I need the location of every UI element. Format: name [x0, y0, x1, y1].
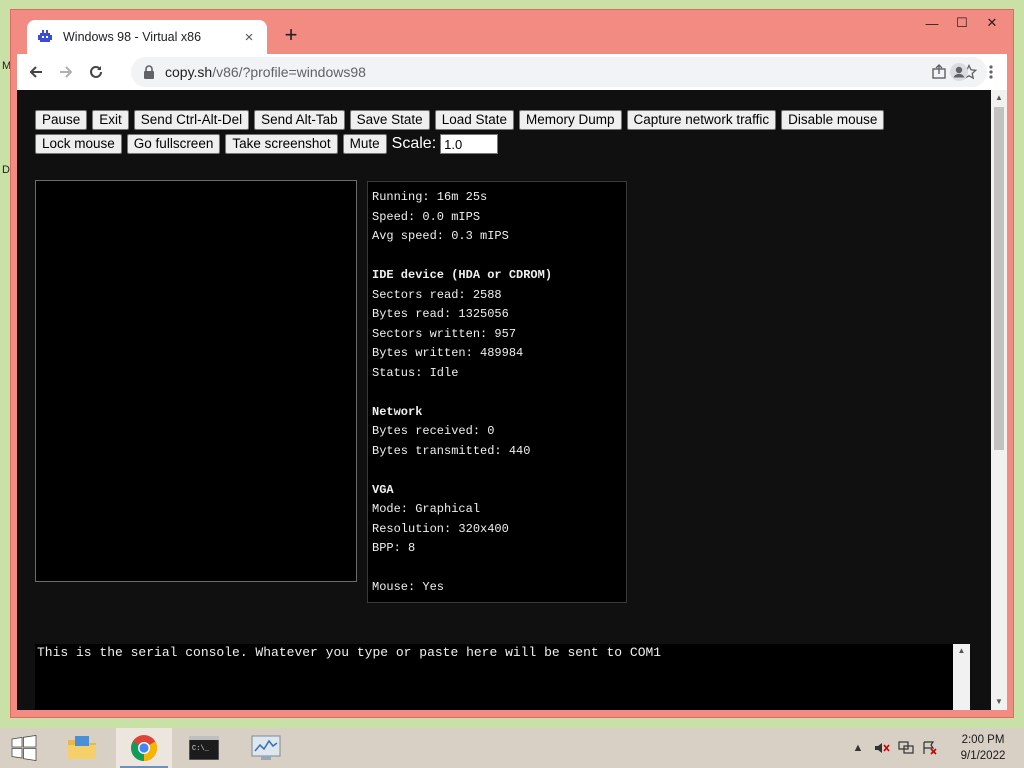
taskbar-clock[interactable]: 2:00 PM 9/1/2022: [942, 732, 1024, 764]
exit-button[interactable]: Exit: [92, 110, 129, 130]
action-center-icon[interactable]: [918, 728, 942, 768]
stat-status: Status: Idle: [372, 365, 459, 380]
close-window-button[interactable]: ✕: [977, 12, 1007, 34]
back-icon[interactable]: [21, 57, 51, 87]
stat-speed: Speed: 0.0 mIPS: [372, 209, 481, 224]
file-explorer-icon[interactable]: [58, 728, 106, 768]
new-tab-button[interactable]: +: [279, 24, 303, 48]
reload-icon[interactable]: [81, 57, 111, 87]
serial-console-scrollbar[interactable]: ▲: [953, 644, 970, 710]
performance-monitor-icon[interactable]: [242, 728, 290, 768]
menu-icon[interactable]: [975, 57, 1007, 87]
scale-label: Scale:: [391, 135, 437, 152]
controls-row-2: Lock mouse Go fullscreen Take screenshot…: [35, 134, 975, 154]
stat-mouse: Mouse: Yes: [372, 580, 445, 594]
start-icon[interactable]: [0, 728, 48, 768]
scroll-down-icon[interactable]: ▼: [991, 694, 1007, 710]
url-host: copy.sh: [165, 64, 213, 80]
system-tray: ▲ 2:00 PM 9/1/2022: [846, 728, 1024, 768]
profile-icon[interactable]: [943, 57, 975, 87]
stat-bytes-written: Bytes written: 489984: [372, 346, 524, 360]
emulator-stats-panel: Running: 16m 25s Speed: 0.0 mIPS Avg spe…: [367, 181, 627, 603]
serial-console[interactable]: This is the serial console. Whatever you…: [35, 644, 953, 710]
command-prompt-icon[interactable]: C:\_: [180, 728, 228, 768]
stat-sectors-read: Sectors read: 2588: [372, 287, 502, 302]
window-controls: — ☐ ✕: [917, 12, 1007, 34]
stat-sectors-written: Sectors written: 957: [372, 326, 517, 341]
svg-text:C:\_: C:\_: [192, 745, 210, 753]
stat-bytes-received: Bytes received: 0: [372, 424, 495, 438]
disable-mouse-button[interactable]: Disable mouse: [781, 110, 885, 130]
page-scrollbar[interactable]: ▲ ▼: [991, 90, 1007, 710]
scroll-up-icon[interactable]: ▲: [953, 644, 970, 658]
mute-button[interactable]: Mute: [342, 134, 387, 154]
capture-network-traffic-button[interactable]: Capture network traffic: [626, 110, 777, 130]
show-hidden-icons-chevron-icon[interactable]: ▲: [846, 728, 870, 768]
stat-running: Running: 16m 25s: [372, 190, 488, 204]
stat-bpp: BPP: 8: [372, 541, 416, 555]
browser-titlebar: Windows 98 - Virtual x86 × + — ☐ ✕: [11, 10, 1013, 54]
emulator-screen[interactable]: [35, 180, 357, 582]
take-screenshot-button[interactable]: Take screenshot: [225, 134, 338, 154]
send-alt-tab-button[interactable]: Send Alt-Tab: [254, 110, 345, 130]
forward-icon[interactable]: [51, 57, 81, 87]
lock-mouse-button[interactable]: Lock mouse: [35, 134, 122, 154]
stat-bytes-read: Bytes read: 1325056: [372, 307, 509, 321]
tab-title: Windows 98 - Virtual x86: [63, 30, 202, 44]
go-fullscreen-button[interactable]: Go fullscreen: [126, 134, 221, 154]
desktop-icon-label-d: D: [2, 164, 10, 176]
maximize-button[interactable]: ☐: [947, 12, 977, 34]
browser-toolbar: copy.sh/v86/?profile=windows98: [17, 54, 1007, 90]
scroll-up-icon[interactable]: ▲: [991, 90, 1007, 106]
clock-time: 2:00 PM: [961, 734, 1005, 746]
chrome-icon[interactable]: [116, 728, 172, 768]
stat-mode: Mode: Graphical: [372, 502, 481, 516]
stat-avg-speed: Avg speed: 0.3 mIPS: [372, 229, 509, 243]
stat-vga-header: VGA: [372, 482, 394, 497]
browser-window: Windows 98 - Virtual x86 × + — ☐ ✕ copy.…: [10, 9, 1014, 718]
emulator-controls: Pause Exit Send Ctrl-Alt-Del Send Alt-Ta…: [35, 110, 975, 158]
memory-dump-button[interactable]: Memory Dump: [519, 110, 622, 130]
lock-icon[interactable]: [143, 65, 155, 79]
network-icon[interactable]: [894, 728, 918, 768]
volume-muted-icon[interactable]: [870, 728, 894, 768]
pause-button[interactable]: Pause: [35, 110, 88, 130]
page-viewport: Pause Exit Send Ctrl-Alt-Del Send Alt-Ta…: [17, 90, 991, 710]
stat-resolution: Resolution: 320x400: [372, 521, 509, 536]
load-state-button[interactable]: Load State: [434, 110, 514, 130]
stat-ide-header: IDE device (HDA or CDROM): [372, 268, 553, 282]
scale-input[interactable]: [440, 134, 499, 154]
browser-tab[interactable]: Windows 98 - Virtual x86 ×: [27, 20, 267, 54]
v86-favicon-icon: [38, 30, 52, 42]
send-ctrl-alt-del-button[interactable]: Send Ctrl-Alt-Del: [133, 110, 250, 130]
address-bar[interactable]: copy.sh/v86/?profile=windows98: [131, 57, 987, 87]
url-path: /v86/?profile=windows98: [212, 64, 366, 80]
save-state-button[interactable]: Save State: [349, 110, 430, 130]
stat-bytes-transmitted: Bytes transmitted: 440: [372, 443, 531, 458]
minimize-button[interactable]: —: [917, 12, 947, 34]
scroll-thumb[interactable]: [994, 107, 1004, 450]
stat-network-header: Network: [372, 404, 423, 419]
controls-row-1: Pause Exit Send Ctrl-Alt-Del Send Alt-Ta…: [35, 110, 975, 130]
clock-date: 9/1/2022: [960, 750, 1006, 762]
tab-close-icon[interactable]: ×: [241, 29, 257, 46]
taskbar: C:\_ ▲ 2:00 PM 9/1/2022: [0, 728, 1024, 768]
